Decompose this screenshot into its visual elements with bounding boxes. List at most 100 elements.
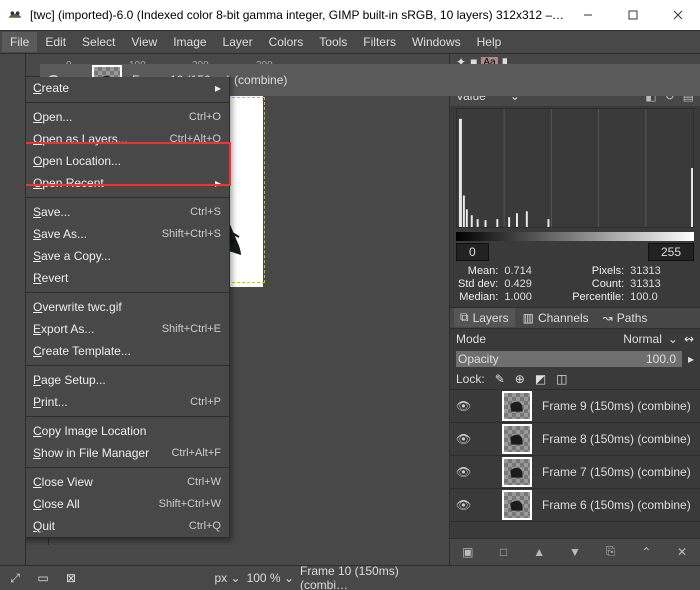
layer-name: Frame 7 (150ms) (combine) [542,465,691,479]
visibility-icon[interactable]: 👁 [456,498,472,512]
opacity-value: 100.0 [646,352,676,366]
menu-item-label: Show in File Manager [33,446,163,460]
app-window: [twc] (imported)-6.0 (Indexed color 8-bi… [0,0,700,590]
visibility-icon[interactable]: 👁 [456,465,472,479]
footer-left [26,545,449,565]
file-menu-closeall[interactable]: ✕Close AllShift+Ctrl+W [26,493,229,515]
file-menu-revert[interactable]: ↶Revert [26,267,229,289]
file-menu-open_loc[interactable]: ⊕Open Location... [26,150,229,172]
menu-image[interactable]: Image [165,32,214,52]
menu-view[interactable]: View [123,32,165,52]
hist-max[interactable]: 255 [648,243,694,261]
layer-thumb [502,391,532,421]
menu-item-shortcut: Ctrl+Q [189,520,221,532]
window-title: [twc] (imported)-6.0 (Indexed color 8-bi… [30,8,565,22]
hist-min[interactable]: 0 [456,243,489,261]
lock-label: Lock: [456,372,485,386]
chevron-down-icon[interactable]: ⌄ [668,332,678,346]
layer-toolbar-icon[interactable]: □ [494,543,514,561]
file-menu-save_as[interactable]: ▫Save As...Shift+Ctrl+S [26,223,229,245]
lock-alpha-icon[interactable]: ◩ [535,372,546,386]
unit-select[interactable]: px ⌄ [215,571,241,585]
titlebar: [twc] (imported)-6.0 (Indexed color 8-bi… [0,0,700,30]
sb-icon[interactable]: ⊠ [60,569,82,587]
close-button[interactable] [655,0,700,30]
mode-value[interactable]: Normal [623,332,662,346]
file-menu-recent[interactable]: Open Recent▸ [26,172,229,194]
layer-row[interactable]: 👁 Frame 8 (150ms) (combine) [450,423,700,456]
lock-pixels-icon[interactable]: ✎ [495,372,505,386]
file-menu-page[interactable]: ▤Page Setup... [26,369,229,391]
tab-paths[interactable]: ↝Paths [597,309,654,327]
layer-name: Frame 6 (150ms) (combine) [542,498,691,512]
layer-toolbar-icon[interactable]: ✕ [672,543,692,561]
menu-windows[interactable]: Windows [404,32,469,52]
file-menu-export[interactable]: Export As...Shift+Ctrl+E [26,318,229,340]
opacity-stepper[interactable]: ▸ [688,352,694,366]
file-menu-save[interactable]: ▫Save...Ctrl+S [26,201,229,223]
file-menu-quit[interactable]: ↩QuitCtrl+Q [26,515,229,537]
menu-item-label: Save a Copy... [33,249,221,263]
tab-channels[interactable]: ▥Channels [517,309,595,327]
visibility-icon[interactable]: 👁 [456,399,472,413]
menu-file[interactable]: File [2,32,37,52]
menu-item-shortcut: Ctrl+W [187,476,221,488]
layer-row[interactable]: 👁 Frame 6 (150ms) (combine) [450,489,700,522]
file-menu-open[interactable]: ▭Open...Ctrl+O [26,106,229,128]
file-menu-copyloc[interactable]: ⎘Copy Image Location [26,420,229,442]
file-menu-template[interactable]: Create Template... [26,340,229,362]
layer-row[interactable]: 👁Frame 9 (150ms) (combine) [450,390,700,423]
stat-median: 1.000 [504,291,566,303]
menu-item-shortcut: Shift+Ctrl+S [162,228,221,240]
menu-layer[interactable]: Layer [215,32,261,52]
menu-edit[interactable]: Edit [37,32,74,52]
layer-row[interactable]: 👁 Frame 7 (150ms) (combine) [450,456,700,489]
file-menu-create[interactable]: Create▸ [26,77,229,99]
layer-toolbar-icon[interactable]: ▣ [458,543,478,561]
mode-switch-icon[interactable]: ↭ [684,332,694,346]
file-menu-open_layers[interactable]: ▭Open as Layers...Ctrl+Alt+O [26,128,229,150]
layer-name: Frame 8 (150ms) (combine) [542,432,691,446]
opacity-label: Opacity [458,352,499,366]
file-menu-fileman[interactable]: ▭Show in File ManagerCtrl+Alt+F [26,442,229,464]
lock-row: Lock: ✎ ⊕ ◩ ◫ [450,369,700,390]
dock-tabs: ⧉Layers ▥Channels ↝Paths [450,307,700,329]
layer-toolbar-icon[interactable]: ▲ [529,543,549,561]
zoom-select[interactable]: 100 % ⌄ [247,571,294,585]
menu-help[interactable]: Help [469,32,510,52]
lock-other-icon[interactable]: ◫ [556,372,567,386]
layer-toolbar-icon[interactable]: ▼ [565,543,585,561]
left-toolbox-strip [0,54,26,565]
file-menu: ☐New...Ctrl+NCreate▸▭Open...Ctrl+O▭Open … [26,77,230,538]
file-menu-save_copy[interactable]: Save a Copy... [26,245,229,267]
menu-tools[interactable]: Tools [311,32,355,52]
layers-list: 👁Frame 10 (150ms) (combine)👁Frame 9 (150… [450,390,700,538]
sb-icon[interactable]: ▭ [32,569,54,587]
stat-std: 0.429 [504,278,566,290]
menu-colors[interactable]: Colors [261,32,312,52]
stat-pixels: 31313 [630,265,692,277]
menu-item-label: Create Template... [33,344,221,358]
menu-item-label: Save As... [33,227,154,241]
layer-toolbar-icon[interactable]: ⌃ [636,543,656,561]
file-menu-overwrite[interactable]: Overwrite twc.gif [26,296,229,318]
layer-toolbar-icon[interactable]: ⎘ [601,543,621,561]
menu-select[interactable]: Select [74,32,123,52]
menu-item-shortcut: Ctrl+O [189,111,221,123]
minimize-button[interactable] [565,0,610,30]
file-menu-closev[interactable]: ✕Close ViewCtrl+W [26,471,229,493]
viewport[interactable]: ☐New...Ctrl+NCreate▸▭Open...Ctrl+O▭Open … [49,77,449,545]
sb-icon[interactable]: ⤢ [4,569,26,587]
menu-item-shortcut: Ctrl+S [190,206,221,218]
tab-layers[interactable]: ⧉Layers [454,308,515,327]
file-menu-print[interactable]: ⎙Print...Ctrl+P [26,391,229,413]
visibility-icon[interactable]: 👁 [456,432,472,446]
menu-item-label: Copy Image Location [33,424,221,438]
maximize-button[interactable] [610,0,655,30]
app-icon [6,6,24,24]
menu-filters[interactable]: Filters [355,32,404,52]
lock-pos-icon[interactable]: ⊕ [515,372,525,386]
mode-row: Mode Normal ⌄ ↭ [450,329,700,349]
statusbar: ⤢ ▭ ⊠ px ⌄ 100 % ⌄ Frame 10 (150ms) (com… [0,565,700,590]
center-panel: 0 100 200 300 [26,54,449,565]
